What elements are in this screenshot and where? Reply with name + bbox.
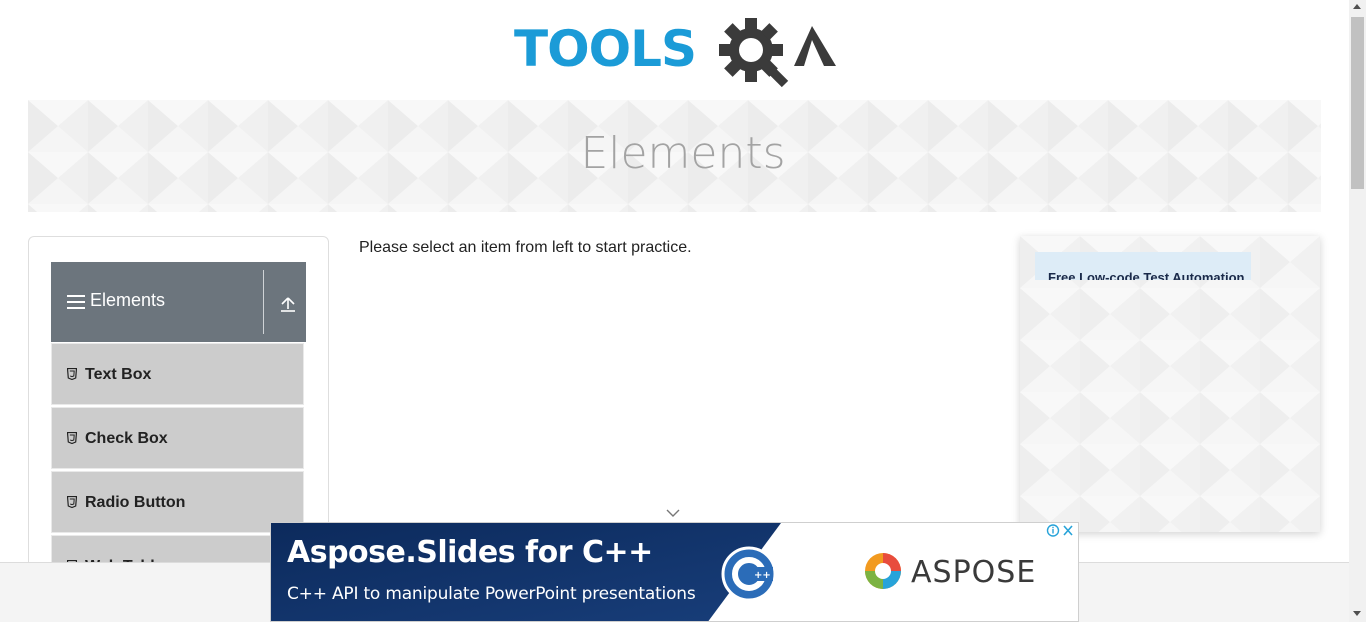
practice-instruction: Please select an item from left to start… [359,239,692,256]
page: TOOLS Elements Elements Text Box Check B… [0,0,1366,622]
group-title: Elements [90,290,166,310]
right-advertisement[interactable]: Free Low-code Test Automation [1020,236,1320,532]
page-title: Elements [580,128,786,179]
ad-choices-icon[interactable] [1046,523,1076,538]
group-header-elements[interactable]: Elements [51,262,306,342]
toolsqa-logo[interactable]: TOOLS [514,14,840,94]
aspose-logo-icon [865,553,901,589]
gear-icon [719,18,789,88]
ad-title: Aspose.Slides for C++ [287,535,653,570]
sidebar-item-text-box[interactable]: Text Box [51,343,304,405]
sidebar-item-radio-button[interactable]: Radio Button [51,471,304,533]
html5-icon [67,432,77,444]
cpp-logo-icon: ++ [721,546,777,602]
html5-icon [67,368,77,380]
menu-icon [67,295,85,309]
logo-tools-text: TOOLS [514,20,696,78]
logo-a-letter [794,26,836,66]
html5-icon [67,496,77,508]
header-divider [263,270,264,334]
chevron-down-icon[interactable] [666,508,680,518]
vertical-scrollbar[interactable] [1349,0,1366,622]
ad-headline-strip[interactable]: Free Low-code Test Automation [1035,252,1251,280]
sidebar-item-label: Radio Button [85,494,186,511]
aspose-brand: ASPOSE [911,555,1037,590]
bottom-advertisement[interactable]: Aspose.Slides for C++ C++ API to manipul… [270,522,1079,622]
scroll-down-icon[interactable] [1353,611,1361,616]
sidebar-item-check-box[interactable]: Check Box [51,407,304,469]
ad-subtitle: C++ API to manipulate PowerPoint present… [287,584,696,604]
ad-headline: Free Low-code Test Automation [1048,270,1245,280]
sidebar-item-label: Text Box [85,366,152,383]
scroll-up-icon[interactable] [1353,4,1361,9]
svg-text:++: ++ [754,570,771,581]
sidebar-item-label: Check Box [85,430,168,447]
collapse-up-icon[interactable] [279,295,297,313]
scrollbar-thumb[interactable] [1351,17,1364,189]
ad-texture [1020,236,1320,532]
